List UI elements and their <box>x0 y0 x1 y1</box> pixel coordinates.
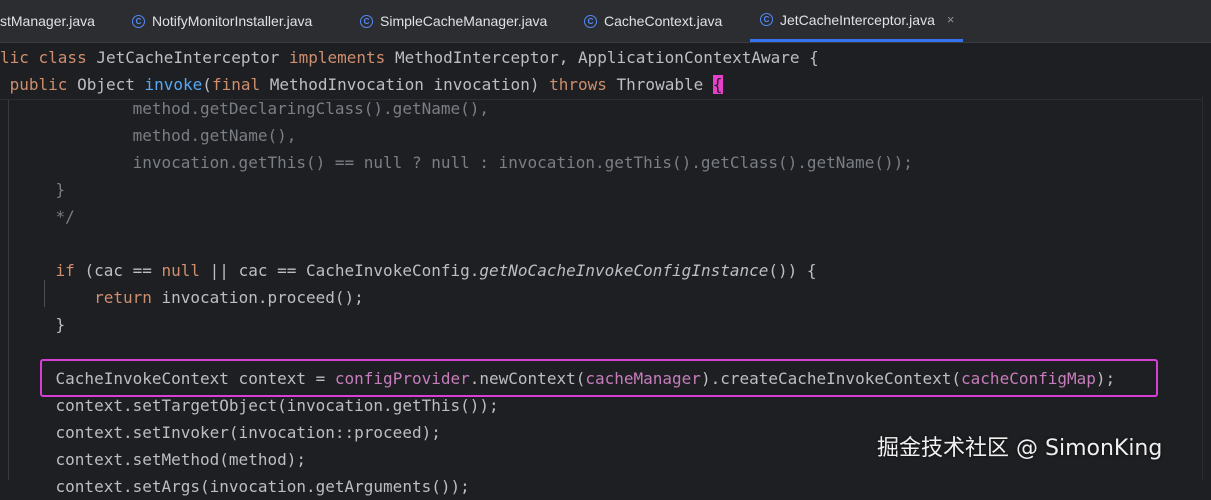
code-line: context.setArgs(invocation.getArguments(… <box>17 477 470 496</box>
code-token: public <box>0 75 78 94</box>
code-line: method.getName(), <box>17 126 297 145</box>
code-token: implements <box>288 48 395 67</box>
tab-simple-cache-manager[interactable]: C SimpleCacheManager.java <box>360 0 560 42</box>
code-token: class <box>38 48 97 67</box>
if-statement-line: if (cac == null || cac == CacheInvokeCon… <box>17 257 817 284</box>
class-icon: C <box>360 14 373 28</box>
editor-tab-bar: stManager.java C NotifyMonitorInstaller.… <box>0 0 1211 43</box>
code-line: } <box>17 315 66 334</box>
code-line: context.setInvoker(invocation::proceed); <box>17 423 441 442</box>
code-token: if <box>17 261 85 280</box>
matched-brace: { <box>712 75 723 94</box>
code-token: throws <box>549 75 617 94</box>
code-token: MethodInterceptor, ApplicationContextAwa… <box>394 48 819 67</box>
tab-label: stManager.java <box>0 13 95 29</box>
tab-label: JetCacheInterceptor.java <box>780 11 935 28</box>
close-icon[interactable]: × <box>947 12 955 27</box>
code-token: invoke <box>144 75 203 94</box>
code-token: ()) { <box>768 261 817 280</box>
method-declaration-line: public Object invoke(final MethodInvocat… <box>0 71 723 98</box>
tab-cache-context[interactable]: C CacheContext.java <box>584 0 744 42</box>
code-line: method.getDeclaringClass().getName(), <box>17 99 490 118</box>
code-token: lic <box>0 48 39 67</box>
code-token: (cac == <box>84 261 162 280</box>
code-token: ( <box>202 75 212 94</box>
class-icon: C <box>760 13 773 26</box>
indent-guide <box>8 100 9 480</box>
code-token: MethodInvocation invocation) <box>269 75 550 94</box>
code-token: Object <box>77 75 145 94</box>
tab-label: CacheContext.java <box>604 13 723 29</box>
code-token: final <box>211 75 270 94</box>
code-line: } <box>17 180 66 199</box>
code-token: invocation.proceed(); <box>161 288 364 307</box>
code-token: || cac == CacheInvokeConfig. <box>200 261 480 280</box>
code-token: return <box>17 288 162 307</box>
code-line: context.setMethod(method); <box>17 450 306 469</box>
code-line: */ <box>17 207 75 226</box>
class-icon: C <box>132 14 145 28</box>
watermark: 掘金技术社区 @ SimonKing <box>877 436 1163 461</box>
tab-jet-cache-interceptor[interactable]: C JetCacheInterceptor.java × <box>750 0 963 42</box>
code-editor[interactable]: method.getDeclaringClass().getName(), me… <box>0 99 1211 496</box>
code-token: JetCacheInterceptor <box>96 48 289 67</box>
code-token: Throwable <box>616 75 713 94</box>
code-token: getNoCacheInvokeConfigInstance <box>479 261 769 280</box>
tab-label: SimpleCacheManager.java <box>380 13 548 29</box>
tab-notify-monitor-installer[interactable]: C NotifyMonitorInstaller.java <box>132 0 342 42</box>
tab-stmanager[interactable]: stManager.java <box>0 0 120 42</box>
tab-label: NotifyMonitorInstaller.java <box>152 13 313 29</box>
editor-scrollbar[interactable] <box>1202 95 1211 480</box>
sticky-scroll-header: lic class JetCacheInterceptor implements… <box>0 43 1211 100</box>
code-token: null <box>161 261 201 280</box>
return-line: return invocation.proceed(); <box>17 284 364 311</box>
code-line: invocation.getThis() == null ? null : in… <box>17 153 913 172</box>
class-declaration-line: lic class JetCacheInterceptor implements… <box>0 44 819 71</box>
class-icon: C <box>584 14 597 28</box>
code-line: context.setTargetObject(invocation.getTh… <box>17 396 499 415</box>
